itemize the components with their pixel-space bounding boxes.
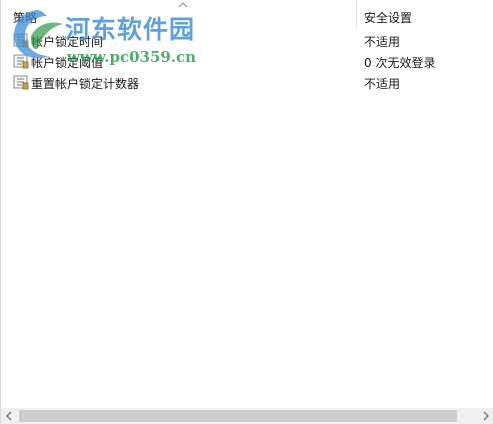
policy-icon bbox=[13, 75, 29, 90]
security-setting-value: 不适用 bbox=[364, 77, 401, 91]
table-row[interactable]: 帐户锁定时间 不适用 bbox=[1, 30, 493, 51]
list-header: 策略 安全设置 bbox=[1, 0, 493, 30]
policy-icon bbox=[13, 54, 29, 69]
scroll-left-icon[interactable] bbox=[1, 408, 18, 424]
security-setting-value: 0 次无效登录 bbox=[364, 56, 436, 70]
column-header-security-setting-label: 安全设置 bbox=[364, 11, 413, 25]
table-row[interactable]: 帐户锁定阈值 0 次无效登录 bbox=[1, 51, 493, 72]
horizontal-scrollbar[interactable] bbox=[1, 408, 493, 424]
column-header-policy[interactable]: 策略 bbox=[1, 0, 357, 30]
policy-list-view: 策略 安全设置 帐户锁定时间 不适用 帐户锁定阈值 0 次无效登录 重置帐户锁定… bbox=[0, 0, 493, 424]
policy-icon bbox=[13, 33, 29, 48]
policy-name: 帐户锁定阈值 bbox=[31, 56, 104, 70]
policy-name: 帐户锁定时间 bbox=[31, 35, 104, 49]
column-header-policy-label: 策略 bbox=[13, 11, 38, 25]
scrollbar-thumb[interactable] bbox=[19, 410, 457, 422]
scroll-right-icon[interactable] bbox=[477, 408, 493, 424]
policy-rows: 帐户锁定时间 不适用 帐户锁定阈值 0 次无效登录 重置帐户锁定计数器 不适用 bbox=[1, 30, 493, 93]
sort-ascending-icon bbox=[178, 2, 188, 8]
policy-name: 重置帐户锁定计数器 bbox=[31, 77, 140, 91]
column-header-security-setting[interactable]: 安全设置 bbox=[357, 0, 493, 30]
table-row[interactable]: 重置帐户锁定计数器 不适用 bbox=[1, 72, 493, 93]
security-setting-value: 不适用 bbox=[364, 35, 401, 49]
